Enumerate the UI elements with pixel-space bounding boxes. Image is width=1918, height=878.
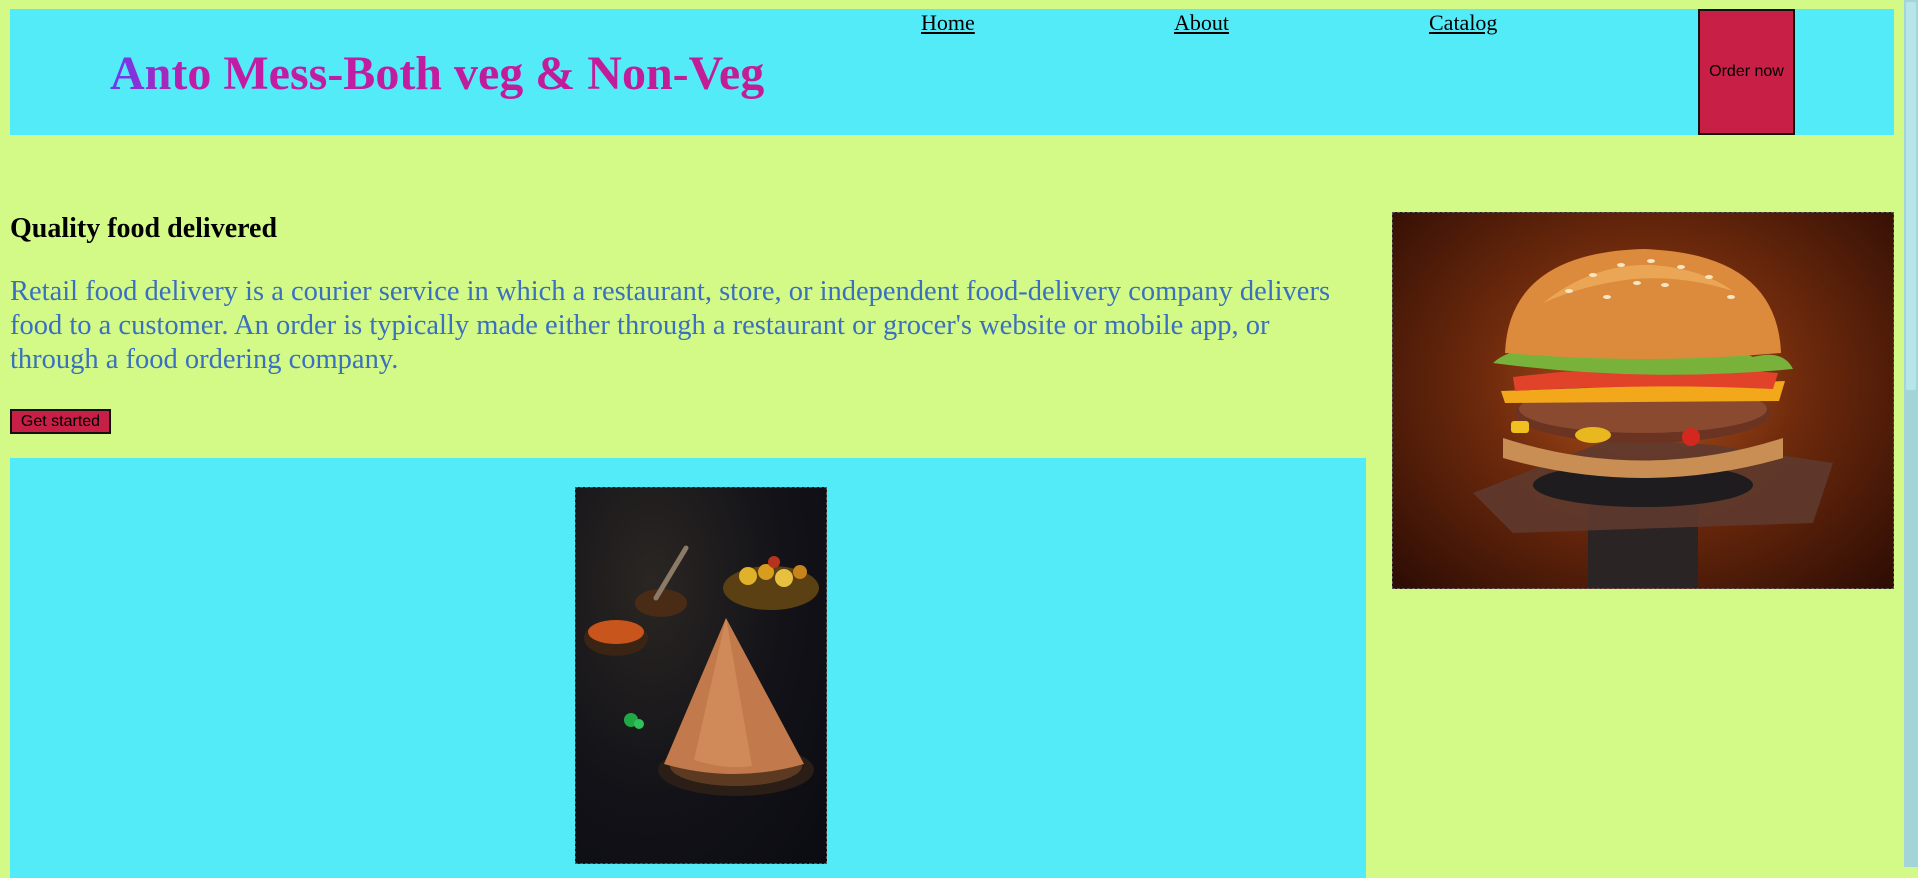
featured-panel bbox=[10, 458, 1366, 878]
burger-image bbox=[1392, 212, 1894, 589]
get-started-button[interactable]: Get started bbox=[10, 409, 111, 434]
site-title: Anto Mess-Both veg & Non-Veg bbox=[110, 45, 764, 103]
dosa-illustration bbox=[584, 545, 819, 796]
site-header: Anto Mess-Both veg & Non-Veg Home About … bbox=[10, 9, 1894, 135]
nav-link-catalog[interactable]: Catalog bbox=[1429, 10, 1497, 36]
dosa-image bbox=[575, 487, 827, 864]
nav-link-home[interactable]: Home bbox=[921, 10, 975, 36]
hero-heading: Quality food delivered bbox=[10, 213, 278, 244]
nav-link-about[interactable]: About bbox=[1174, 10, 1229, 36]
burger-illustration bbox=[1473, 249, 1833, 588]
hero-description: Retail food delivery is a courier servic… bbox=[10, 276, 1331, 375]
scrollbar-thumb[interactable] bbox=[1906, 2, 1916, 390]
order-now-button[interactable]: Order now bbox=[1698, 9, 1795, 135]
